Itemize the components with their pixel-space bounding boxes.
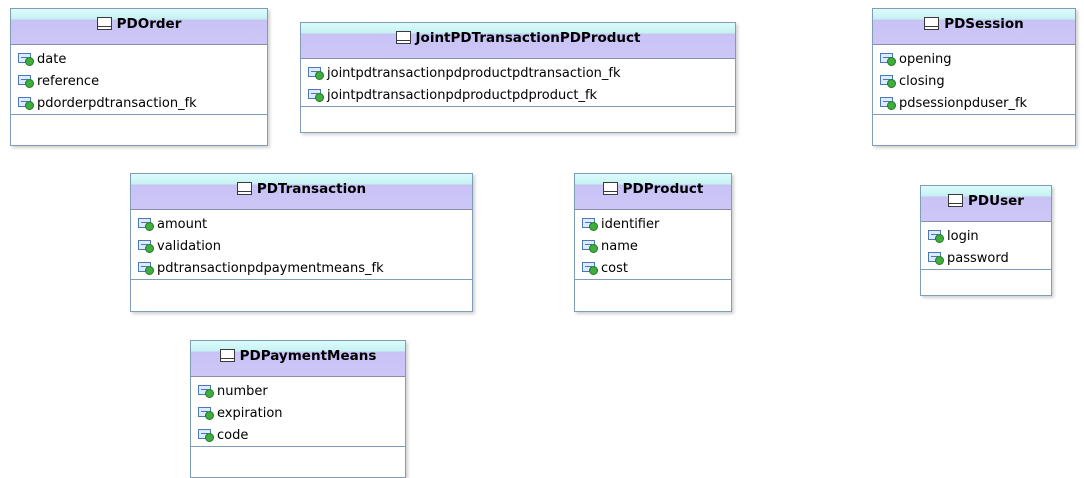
- entity-pdsession[interactable]: PDSession opening closing pdsessionpduse…: [872, 8, 1076, 146]
- attribute-row[interactable]: expiration: [191, 402, 405, 424]
- attribute-row[interactable]: pdsessionpduser_fk: [873, 92, 1075, 114]
- class-icon: [96, 17, 112, 30]
- attribute-row[interactable]: code: [191, 424, 405, 446]
- entity-title: PDProduct: [622, 180, 704, 197]
- attribute-label: amount: [157, 216, 208, 232]
- attribute-label: name: [601, 238, 638, 254]
- attribute-icon: [582, 239, 598, 253]
- entity-header[interactable]: JointPDTransactionPDProduct: [301, 23, 735, 59]
- entity-header[interactable]: PDTransaction: [131, 174, 472, 210]
- entity-title: PDTransaction: [256, 180, 367, 197]
- attribute-icon: [18, 96, 34, 110]
- attribute-icon: [308, 88, 324, 102]
- attribute-row[interactable]: name: [575, 235, 731, 257]
- class-icon: [924, 17, 940, 30]
- attribute-row[interactable]: opening: [873, 48, 1075, 70]
- attribute-icon: [880, 96, 896, 110]
- attribute-row[interactable]: validation: [131, 235, 472, 257]
- attribute-label: cost: [601, 260, 628, 276]
- entity-header[interactable]: PDPaymentMeans: [191, 341, 405, 377]
- attribute-icon: [582, 217, 598, 231]
- attribute-icon: [138, 239, 154, 253]
- attribute-label: password: [947, 250, 1009, 266]
- attribute-label: number: [217, 383, 268, 399]
- attribute-list: identifier name cost: [575, 210, 731, 279]
- attribute-row[interactable]: date: [11, 48, 267, 70]
- attribute-icon: [308, 66, 324, 80]
- attribute-label: pdsessionpduser_fk: [899, 95, 1028, 111]
- operations-compartment: [575, 279, 731, 289]
- entity-header[interactable]: PDUser: [921, 186, 1051, 222]
- entity-title: PDUser: [968, 192, 1024, 209]
- attribute-icon: [880, 74, 896, 88]
- class-icon: [948, 194, 964, 207]
- attribute-list: jointpdtransactionpdproductpdtransaction…: [301, 59, 735, 106]
- entity-title: PDOrder: [116, 15, 182, 32]
- attribute-row[interactable]: pdtransactionpdpaymentmeans_fk: [131, 257, 472, 279]
- attribute-row[interactable]: pdorderpdtransaction_fk: [11, 92, 267, 114]
- entity-title: PDPaymentMeans: [239, 347, 377, 364]
- attribute-icon: [18, 74, 34, 88]
- attribute-icon: [18, 52, 34, 66]
- entity-title: JointPDTransactionPDProduct: [415, 29, 641, 46]
- entity-header[interactable]: PDOrder: [11, 9, 267, 45]
- attribute-icon: [198, 384, 214, 398]
- attribute-icon: [198, 428, 214, 442]
- attribute-list: login password: [921, 222, 1051, 269]
- attribute-row[interactable]: jointpdtransactionpdproductpdtransaction…: [301, 62, 735, 84]
- attribute-icon: [928, 251, 944, 265]
- attribute-label: expiration: [217, 405, 283, 421]
- attribute-icon: [582, 261, 598, 275]
- class-icon: [602, 182, 618, 195]
- attribute-label: jointpdtransactionpdproductpdtransaction…: [327, 65, 621, 81]
- attribute-row[interactable]: closing: [873, 70, 1075, 92]
- entity-pdorder[interactable]: PDOrder date reference pdorderpdtransact…: [10, 8, 268, 146]
- attribute-list: date reference pdorderpdtransaction_fk: [11, 45, 267, 114]
- operations-compartment: [301, 106, 735, 116]
- entity-pdpaymentmeans[interactable]: PDPaymentMeans number expiration code: [190, 340, 406, 478]
- entity-header[interactable]: PDProduct: [575, 174, 731, 210]
- attribute-label: reference: [37, 73, 100, 89]
- entity-pduser[interactable]: PDUser login password: [920, 185, 1052, 296]
- attribute-label: date: [37, 51, 67, 67]
- entity-pdtransaction[interactable]: PDTransaction amount validation pdtransa…: [130, 173, 473, 312]
- attribute-row[interactable]: login: [921, 225, 1051, 247]
- operations-compartment: [921, 269, 1051, 279]
- attribute-label: pdtransactionpdpaymentmeans_fk: [157, 260, 384, 276]
- attribute-list: amount validation pdtransactionpdpayment…: [131, 210, 472, 279]
- entity-pdproduct[interactable]: PDProduct identifier name cost: [574, 173, 732, 312]
- attribute-row[interactable]: amount: [131, 213, 472, 235]
- attribute-row[interactable]: number: [191, 380, 405, 402]
- attribute-label: code: [217, 427, 249, 443]
- attribute-row[interactable]: reference: [11, 70, 267, 92]
- operations-compartment: [191, 446, 405, 456]
- attribute-row[interactable]: password: [921, 247, 1051, 269]
- operations-compartment: [131, 279, 472, 289]
- attribute-label: pdorderpdtransaction_fk: [37, 95, 197, 111]
- entity-title: PDSession: [944, 15, 1024, 32]
- attribute-label: identifier: [601, 216, 660, 232]
- attribute-row[interactable]: identifier: [575, 213, 731, 235]
- attribute-label: jointpdtransactionpdproductpdproduct_fk: [327, 87, 598, 103]
- attribute-icon: [880, 52, 896, 66]
- attribute-label: validation: [157, 238, 222, 254]
- attribute-icon: [198, 406, 214, 420]
- attribute-list: opening closing pdsessionpduser_fk: [873, 45, 1075, 114]
- class-icon: [219, 349, 235, 362]
- operations-compartment: [11, 114, 267, 124]
- attribute-label: closing: [899, 73, 945, 89]
- attribute-label: opening: [899, 51, 952, 67]
- operations-compartment: [873, 114, 1075, 124]
- entity-header[interactable]: PDSession: [873, 9, 1075, 45]
- attribute-label: login: [947, 228, 979, 244]
- entity-jointpdtransactionpdproduct[interactable]: JointPDTransactionPDProduct jointpdtrans…: [300, 22, 736, 133]
- attribute-row[interactable]: cost: [575, 257, 731, 279]
- attribute-icon: [928, 229, 944, 243]
- attribute-row[interactable]: jointpdtransactionpdproductpdproduct_fk: [301, 84, 735, 106]
- class-icon: [395, 31, 411, 44]
- attribute-list: number expiration code: [191, 377, 405, 446]
- class-icon: [236, 182, 252, 195]
- attribute-icon: [138, 217, 154, 231]
- attribute-icon: [138, 261, 154, 275]
